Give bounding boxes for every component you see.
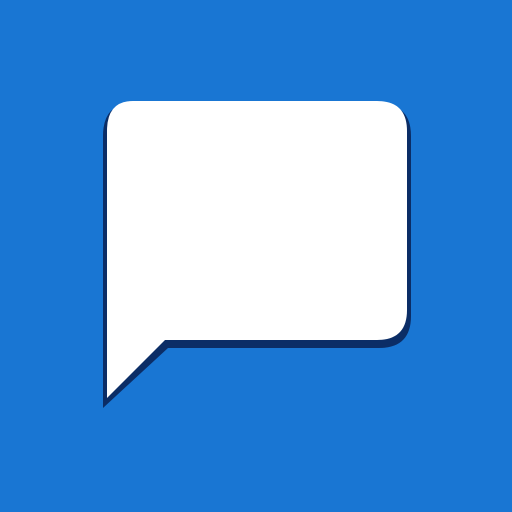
app-icon	[0, 0, 512, 512]
chat-bubble-icon	[103, 101, 411, 408]
